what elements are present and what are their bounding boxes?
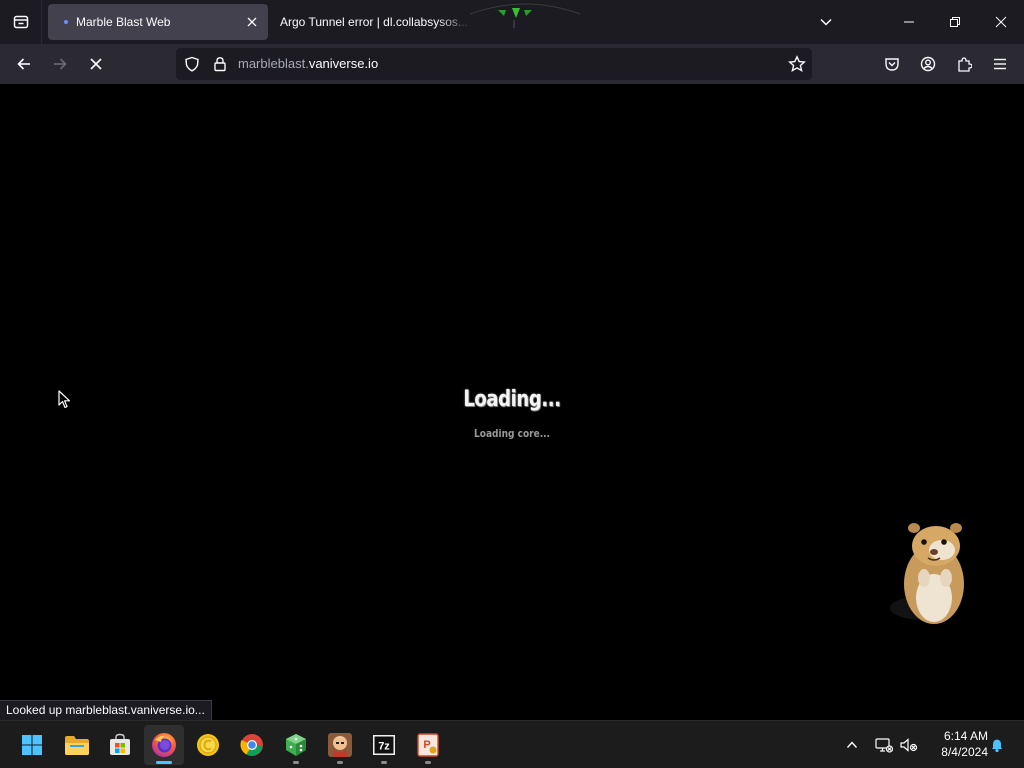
svg-text:7z: 7z xyxy=(378,741,390,753)
bookmark-button[interactable] xyxy=(788,55,806,78)
pocket-icon xyxy=(885,58,899,71)
puzzle-icon xyxy=(958,57,972,72)
restore-icon xyxy=(950,17,960,27)
stop-loading-button[interactable] xyxy=(80,48,112,80)
star-icon xyxy=(788,55,806,73)
taskbar: 7z P 6:14 AM 8/4/2024 xyxy=(0,720,1024,768)
taskbar-file-explorer[interactable] xyxy=(57,725,97,765)
loading-detail: Loading core... xyxy=(473,427,550,440)
url-domain: vaniverse.io xyxy=(308,56,379,71)
lock-icon xyxy=(214,57,226,72)
start-button[interactable] xyxy=(12,725,52,765)
tab-close-button[interactable] xyxy=(242,12,262,32)
navigation-toolbar: marbleblast.vaniverse.io xyxy=(0,44,1024,84)
extensions-button[interactable] xyxy=(948,48,980,80)
hamster-image xyxy=(890,523,964,624)
notifications-button[interactable] xyxy=(985,731,1009,759)
clock-time: 6:14 AM xyxy=(943,729,988,743)
tab-strip: Marble Blast Web Argo Tunnel error | dl.… xyxy=(0,0,1024,44)
back-button[interactable] xyxy=(8,48,40,80)
show-hidden-icons-button[interactable] xyxy=(840,731,864,759)
pocket-button[interactable] xyxy=(876,48,908,80)
forward-button[interactable] xyxy=(44,48,76,80)
powerpoint-icon: P xyxy=(417,733,439,757)
app-menu-button[interactable] xyxy=(984,48,1016,80)
clock-date: 8/4/2024 xyxy=(941,745,988,759)
mouse-cursor-icon xyxy=(58,390,71,409)
open-app-indicator xyxy=(381,761,387,764)
character-icon xyxy=(328,733,352,757)
tab-list-icon xyxy=(13,15,28,29)
taskbar-7zip[interactable]: 7z xyxy=(364,725,404,765)
forward-arrow-icon xyxy=(54,58,67,70)
stop-icon xyxy=(90,58,102,70)
chevron-down-icon xyxy=(820,18,832,26)
minimize-button[interactable] xyxy=(886,0,932,44)
url-text[interactable]: marbleblast.vaniverse.io xyxy=(238,56,378,71)
site-info-button[interactable] xyxy=(212,56,228,77)
taskbar-chrome[interactable] xyxy=(232,725,272,765)
hamburger-menu-icon xyxy=(994,58,1006,70)
network-disconnected-icon xyxy=(875,738,893,753)
status-panel: Looked up marbleblast.vaniverse.io... xyxy=(0,700,212,721)
page-content: Loading... Loading core... Looked up mar… xyxy=(0,84,1024,721)
chrome-icon xyxy=(240,734,263,756)
url-subdomain: marbleblast. xyxy=(238,56,309,71)
folder-icon xyxy=(65,736,89,755)
taskbar-game-app[interactable] xyxy=(320,725,360,765)
7zip-icon: 7z xyxy=(373,735,395,755)
windows-logo-icon xyxy=(22,735,42,755)
taskbar-coin-app[interactable] xyxy=(188,725,228,765)
svg-text:P: P xyxy=(423,739,430,751)
taskbar-dice-app[interactable] xyxy=(276,725,316,765)
taskbar-powerpoint[interactable]: P xyxy=(408,725,448,765)
network-status-button[interactable] xyxy=(872,731,896,759)
volume-button[interactable] xyxy=(897,731,921,759)
taskbar-firefox[interactable] xyxy=(144,725,184,765)
tracking-protection-button[interactable] xyxy=(184,56,200,77)
alien-decoration xyxy=(470,3,580,28)
back-arrow-icon xyxy=(17,58,30,70)
green-dice-icon xyxy=(286,734,306,756)
active-app-indicator xyxy=(156,761,172,764)
firefox-icon xyxy=(152,733,176,757)
close-window-button[interactable] xyxy=(978,0,1024,44)
tab-argo-tunnel-error[interactable]: Argo Tunnel error | dl.collabsysos... xyxy=(272,4,472,40)
loading-title: Loading... xyxy=(463,387,561,412)
tab-title: Marble Blast Web xyxy=(76,15,171,29)
account-icon xyxy=(920,56,936,72)
minimize-icon xyxy=(904,21,914,23)
store-icon xyxy=(110,733,130,755)
open-app-indicator xyxy=(337,761,343,764)
tab-loading-indicator xyxy=(64,20,68,24)
bell-icon xyxy=(992,739,1002,753)
tab-marble-blast[interactable]: Marble Blast Web xyxy=(48,4,268,40)
tab-list-button[interactable] xyxy=(0,0,42,44)
list-all-tabs-button[interactable] xyxy=(803,0,849,44)
tab-title: Argo Tunnel error | dl.collabsysos... xyxy=(280,15,468,29)
open-app-indicator xyxy=(293,761,299,764)
open-app-indicator xyxy=(425,761,431,764)
address-bar[interactable]: marbleblast.vaniverse.io xyxy=(176,48,812,80)
restore-button[interactable] xyxy=(932,0,978,44)
close-icon xyxy=(247,17,257,27)
account-button[interactable] xyxy=(912,48,944,80)
clock[interactable]: 6:14 AM 8/4/2024 xyxy=(924,728,988,760)
coin-icon xyxy=(197,734,219,756)
volume-muted-icon xyxy=(900,738,918,752)
chevron-up-icon xyxy=(846,741,858,748)
shield-icon xyxy=(185,56,199,72)
close-icon xyxy=(995,16,1007,28)
taskbar-microsoft-store[interactable] xyxy=(100,725,140,765)
